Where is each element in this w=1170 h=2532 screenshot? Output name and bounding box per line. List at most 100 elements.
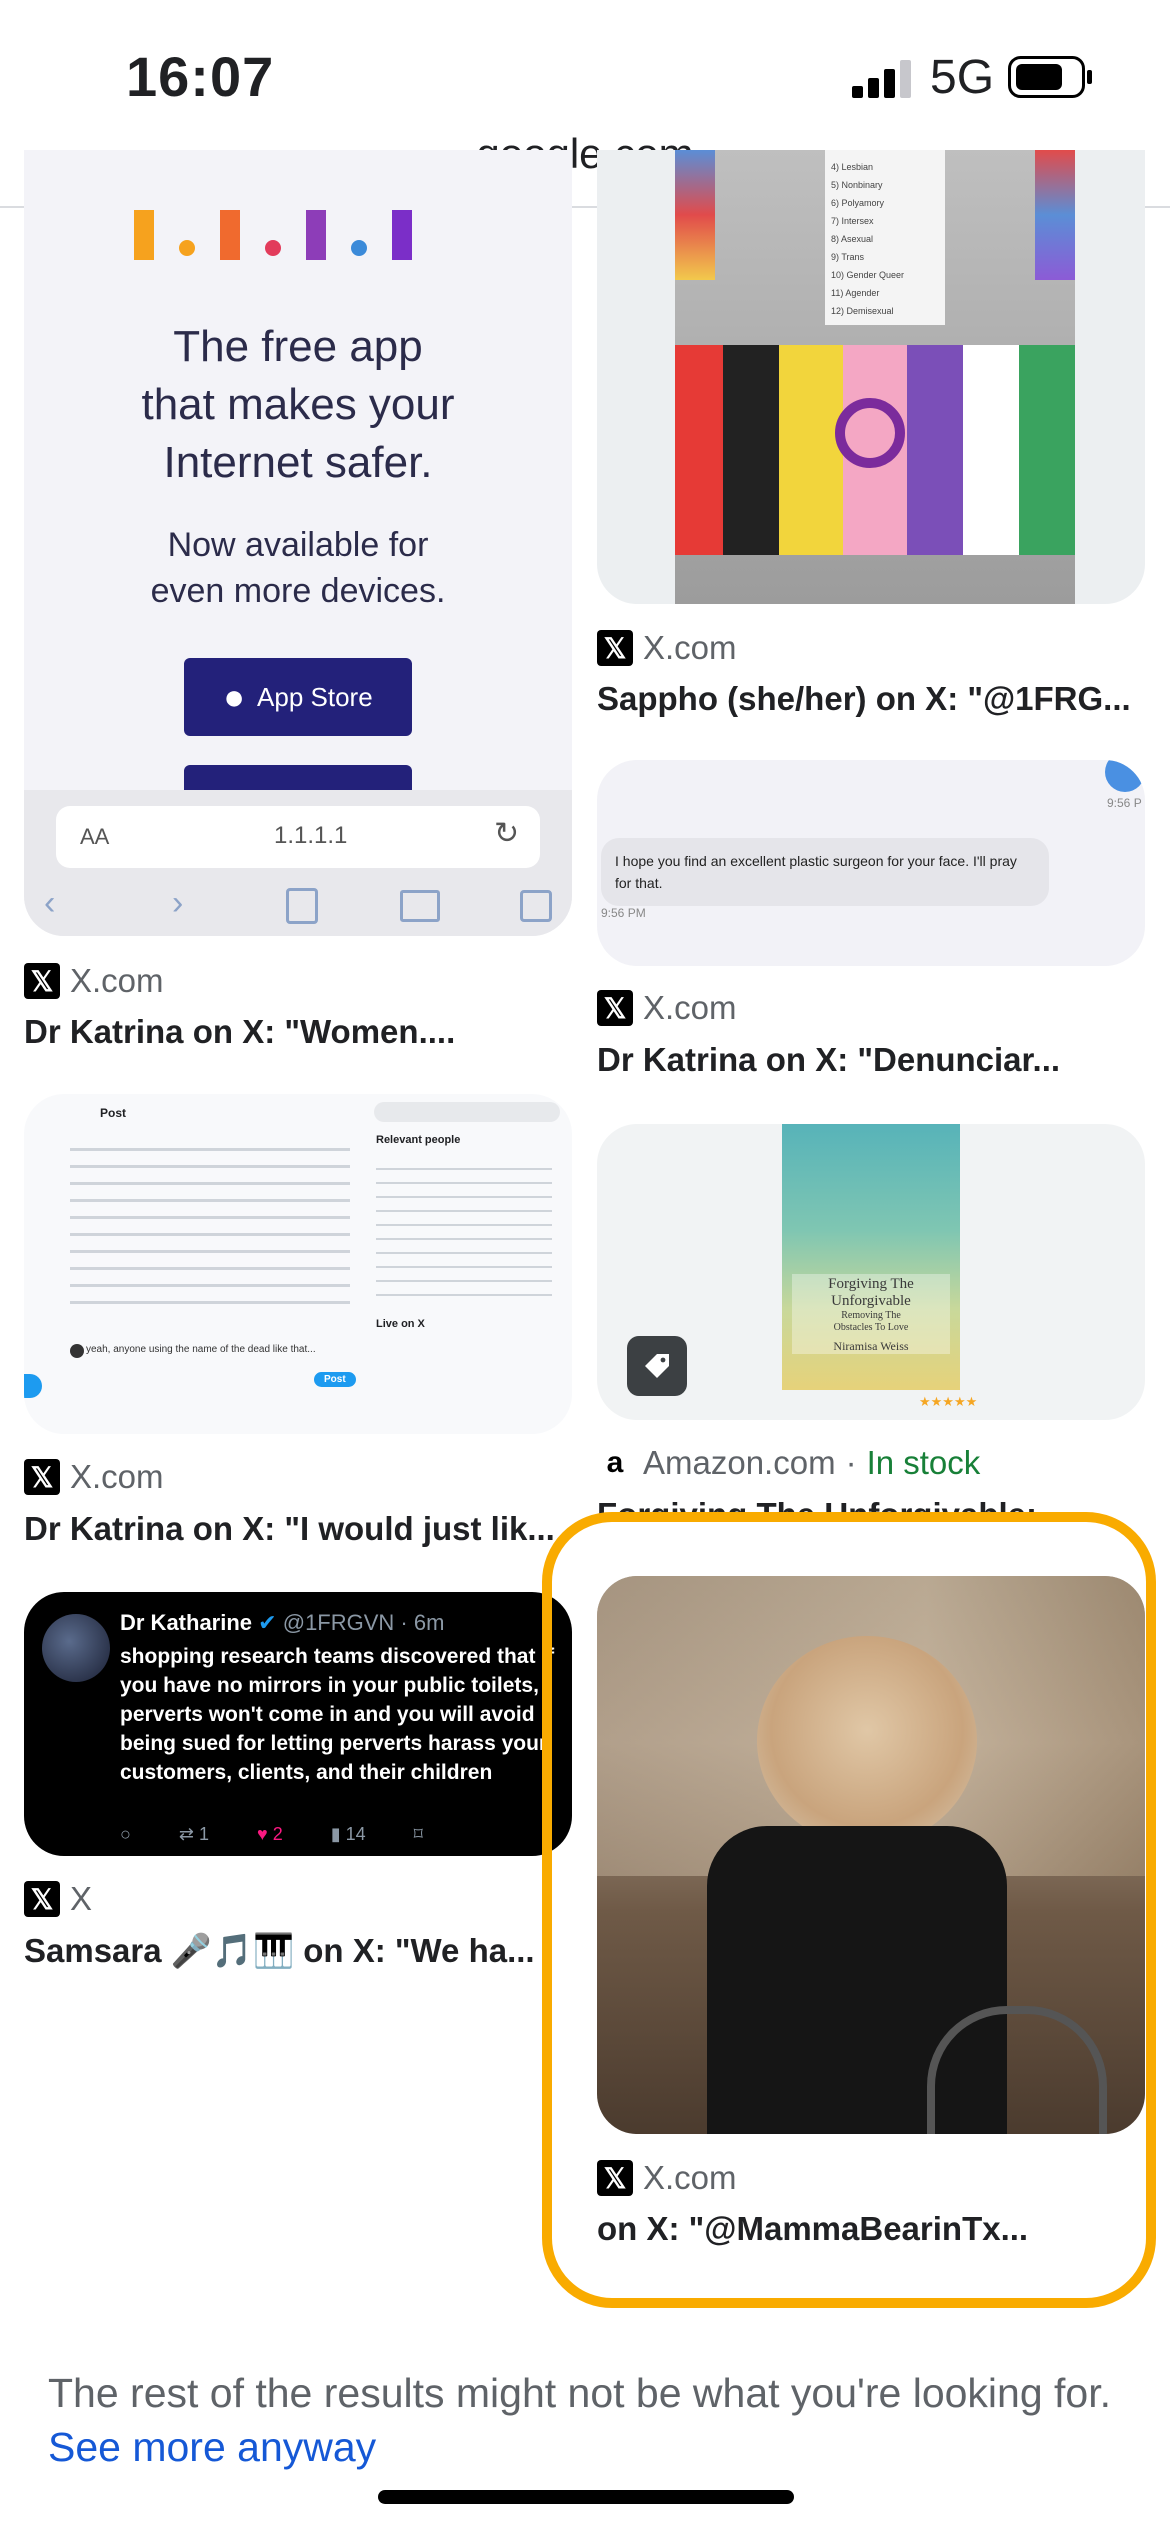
tabs-icon (520, 890, 552, 922)
blue-indicator (24, 1374, 42, 1398)
result-source: a Amazon.com · In stock (597, 1444, 981, 1482)
list-line: 9) Trans (831, 252, 865, 262)
back-icon: ‹ (44, 884, 56, 922)
result-image[interactable]: 9:56 P I hope you find an excellent plas… (597, 760, 1145, 966)
search-field (374, 1102, 560, 1122)
verified-icon: ✔ (258, 1610, 277, 1635)
share-icon (286, 888, 318, 924)
timestamp-left: 9:56 PM (601, 906, 646, 920)
result-image[interactable]: The free app that makes your Internet sa… (24, 150, 572, 936)
like-count: 2 (272, 1824, 283, 1844)
ad-subline-2: even more devices. (150, 572, 446, 610)
source-label: X (70, 1880, 93, 1917)
result-image[interactable]: Dr Katharine ✔ @1FRGVN · 6m shopping res… (24, 1592, 572, 1856)
bookmark-icon: ⌑ (413, 1824, 423, 1844)
tweet-handle: @1FRGVN · 6m (282, 1610, 445, 1635)
network-type: 5G (930, 51, 995, 104)
retweet-count: 1 (198, 1824, 209, 1844)
like-icon: ♥ 2 (256, 1824, 283, 1844)
book-title-line-1: Forgiving The (828, 1276, 914, 1292)
see-more-link[interactable]: See more anyway (48, 2424, 376, 2470)
x-logo-icon: 𝕏 (24, 963, 60, 999)
list-line: 11) Agender (831, 288, 880, 298)
more-results-notice: The rest of the results might not be wha… (48, 2366, 1128, 2474)
list-line: 5) Nonbinary (831, 180, 883, 190)
list-line: 12) Demisexual (831, 306, 894, 316)
post-header: Post (100, 1106, 127, 1120)
result-title[interactable]: Dr Katrina on X: "I would just lik... (24, 1510, 564, 1548)
result-source: 𝕏 X.com (24, 962, 164, 1000)
views-icon: ▮ 14 (330, 1824, 366, 1844)
list-line: 6) Polyamory (831, 198, 885, 208)
apple-icon: ● (223, 676, 246, 717)
app-store-badge: ● App Store (184, 658, 412, 736)
battery-icon (1008, 56, 1092, 98)
ad-headline-line-1: The free app (173, 322, 423, 371)
amazon-logo-icon: a (606, 1446, 624, 1479)
list-line: 10) Gender Queer (831, 270, 905, 280)
result-source: 𝕏 X.com (597, 629, 737, 667)
reply-icon: ○ (120, 1824, 131, 1844)
source-label: X.com (70, 1458, 164, 1495)
reload-icon: ↻ (494, 817, 520, 850)
sidebar-lines (376, 1156, 552, 1306)
home-indicator[interactable] (378, 2490, 794, 2504)
result-title[interactable]: Samsara 🎤🎵🎹 on X: "We ha... (24, 1932, 564, 1971)
ad-subline-1: Now available for (167, 526, 429, 564)
avatar-bubble (1105, 760, 1145, 792)
book-subtitle-line-2: Obstacles To Love (833, 1322, 909, 1333)
relevant-people-header: Relevant people (376, 1134, 461, 1146)
book-cover: Forgiving The Unforgivable Removing The … (782, 1124, 960, 1390)
tweet-actions: ○ ⇄ 1 ♥ 2 ▮ 14 ⌑ (120, 1824, 560, 1845)
result-source: 𝕏 X (24, 1880, 92, 1918)
book-subtitle-line-1: Removing The (841, 1310, 901, 1321)
result-image[interactable]: 4) Lesbian 5) Nonbinary 6) Polyamory 7) … (597, 150, 1145, 604)
view-count: 14 (345, 1824, 366, 1844)
list-line: 8) Asexual (831, 234, 874, 244)
x-logo-icon: 𝕏 (597, 990, 633, 1026)
bookmarks-icon (400, 890, 440, 922)
rating-stars: ★★★★★ (919, 1394, 978, 1409)
result-title[interactable]: Dr Katrina on X: "Denunciar... (597, 1041, 1137, 1079)
reply-avatar (70, 1344, 84, 1358)
flag-list-card: 4) Lesbian 5) Nonbinary 6) Polyamory 7) … (825, 150, 945, 325)
x-logo-icon: 𝕏 (24, 1459, 60, 1495)
signal-strength-icon (852, 60, 911, 98)
reply-text: yeah, anyone using the name of the dead … (86, 1344, 316, 1355)
result-title[interactable]: Sappho (she/her) on X: "@1FRG... (597, 680, 1137, 718)
book-title-line-2: Unforgivable (831, 1293, 911, 1309)
result-source: 𝕏 X.com (24, 1458, 164, 1496)
ad-headline-line-3: Internet safer. (163, 438, 433, 487)
tweet-author: Dr Katharine (120, 1610, 253, 1635)
list-line: 4) Lesbian (831, 162, 874, 172)
source-label: Amazon.com (643, 1444, 836, 1481)
stock-status: In stock (866, 1444, 981, 1481)
pillar-photo: 4) Lesbian 5) Nonbinary 6) Polyamory 7) … (675, 150, 1075, 604)
result-image[interactable]: Post Relevant people Live on X yeah, any… (24, 1094, 572, 1434)
live-header: Live on X (376, 1318, 425, 1330)
text-size-label: AA (80, 824, 110, 849)
notice-text: The rest of the results might not be wha… (48, 2370, 1111, 2416)
thread-lines (70, 1134, 350, 1304)
status-time: 16:07 (126, 45, 275, 108)
chat-message: I hope you find an excellent plastic sur… (601, 838, 1049, 906)
result-title[interactable]: Dr Katrina on X: "Women.... (24, 1013, 564, 1051)
forward-icon: › (172, 884, 184, 922)
source-label: X.com (643, 629, 737, 666)
result-image[interactable]: Forgiving The Unforgivable Removing The … (597, 1124, 1145, 1420)
result-source: 𝕏 X.com (597, 989, 737, 1027)
ad-headline-line-2: that makes your (141, 380, 455, 429)
list-line: 7) Intersex (831, 216, 874, 226)
post-button: Post (314, 1372, 356, 1387)
highlight-outline (542, 1512, 1156, 2308)
intersex-circle-icon (835, 398, 905, 468)
product-tag-icon (627, 1336, 687, 1396)
address-text: 1.1.1.1 (274, 822, 348, 849)
source-label: X.com (70, 962, 164, 999)
app-store-label: App Store (257, 681, 373, 712)
browser-toolbar: AA 1.1.1.1 ↻ ‹ › (24, 790, 572, 936)
book-author: Niramisa Weiss (833, 1339, 909, 1353)
source-label: X.com (643, 989, 737, 1026)
retweet-icon: ⇄ 1 (178, 1824, 209, 1844)
avatar (42, 1614, 110, 1682)
